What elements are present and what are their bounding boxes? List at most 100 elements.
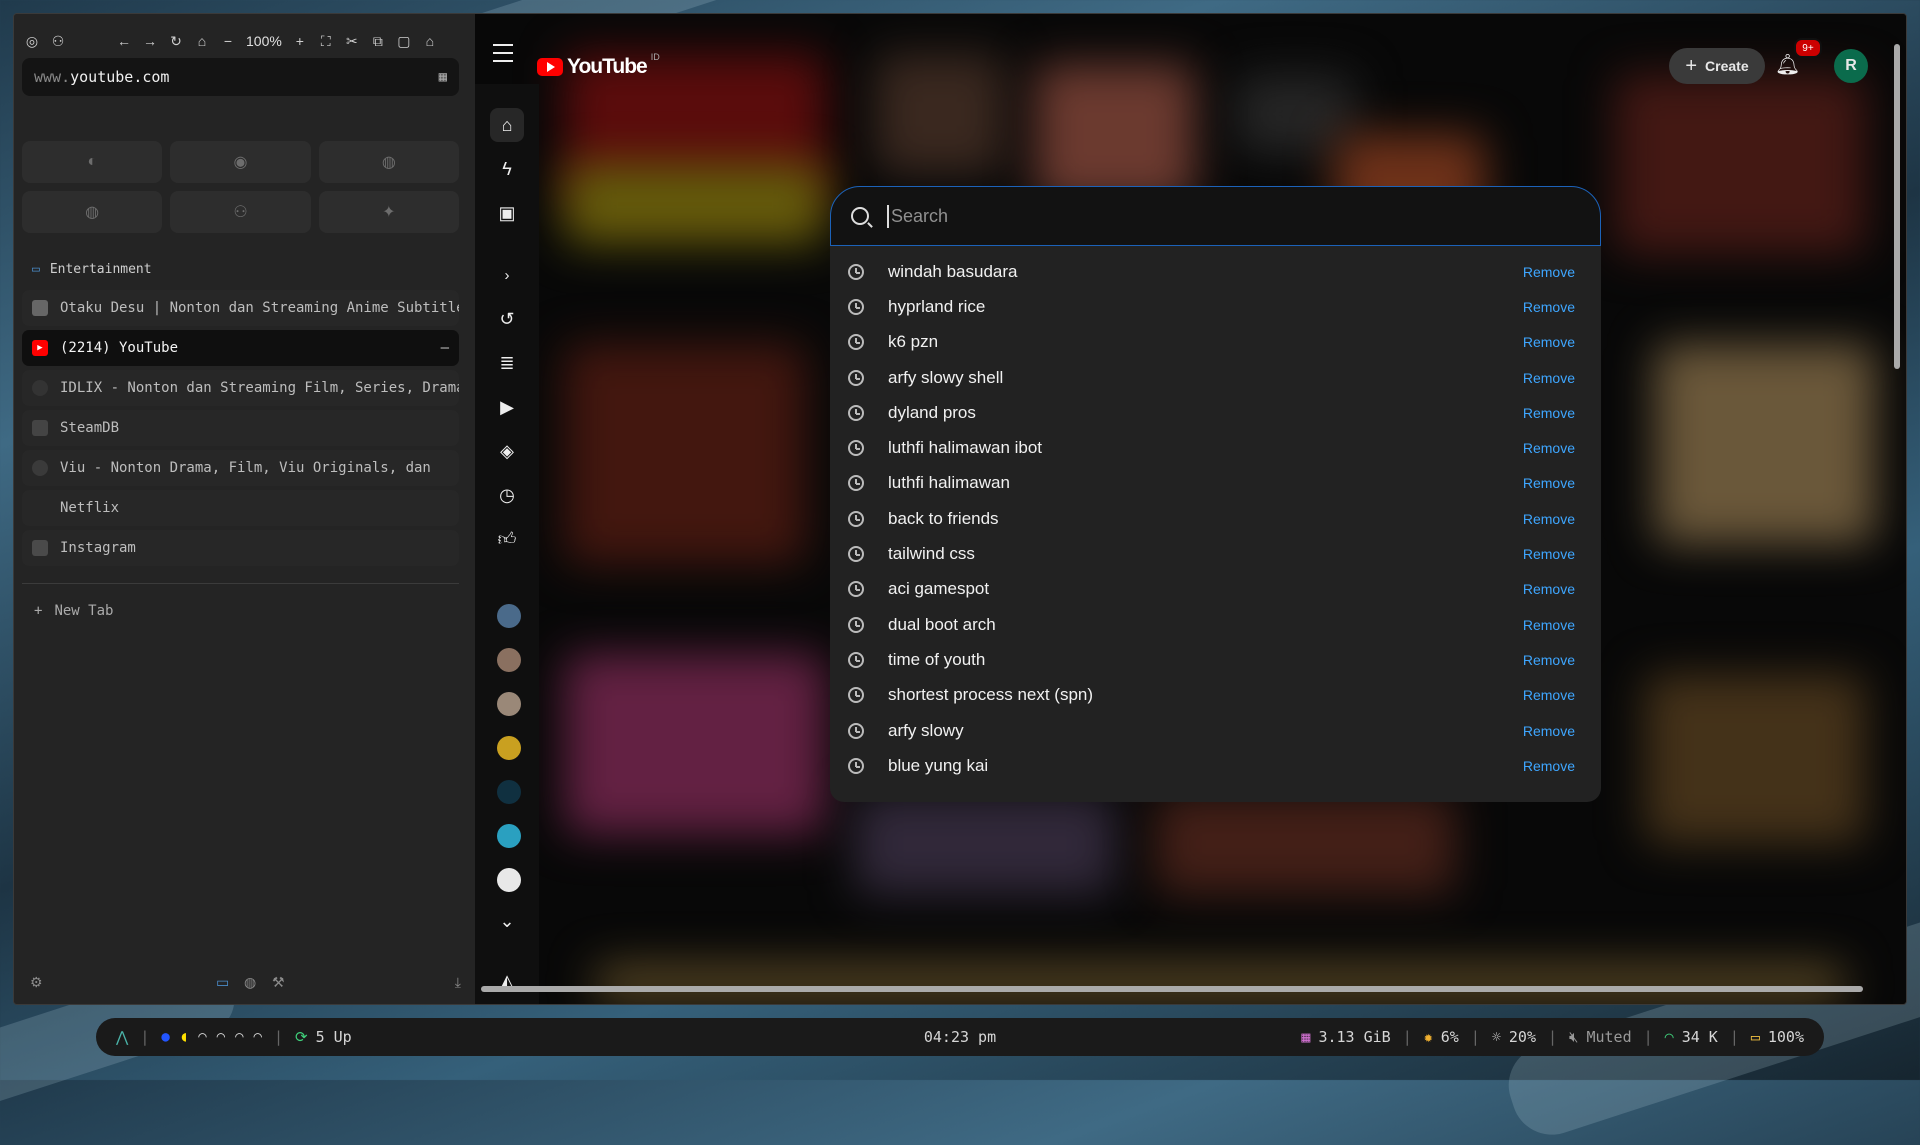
remove-suggestion-button[interactable]: Remove [1523, 299, 1575, 315]
chevron-down-icon[interactable]: ⌄ [490, 904, 524, 938]
account-avatar[interactable]: R [1834, 49, 1868, 83]
clipboard-icon[interactable]: ▢ [396, 33, 412, 50]
suggestion-item[interactable]: time of youth Remove [830, 642, 1601, 677]
remove-suggestion-button[interactable]: Remove [1523, 687, 1575, 703]
close-tab-icon[interactable]: — [441, 340, 449, 356]
tab-folder[interactable]: ▭ Entertainment [32, 262, 152, 277]
zoom-in-icon[interactable]: + [292, 33, 308, 49]
workspace-active-icon[interactable]: ● [161, 1029, 169, 1045]
suggestion-item[interactable]: arfy slowy Remove [830, 713, 1601, 748]
settings-icon[interactable]: ⚙ [30, 974, 43, 991]
tab-viu[interactable]: Viu - Nonton Drama, Film, Viu Originals,… [22, 450, 459, 486]
reload-icon[interactable]: ↻ [168, 33, 184, 50]
remove-suggestion-button[interactable]: Remove [1523, 723, 1575, 739]
suggestion-item[interactable]: tailwind css Remove [830, 536, 1601, 571]
suggestion-item[interactable]: hyprland rice Remove [830, 289, 1601, 324]
scissors-icon[interactable]: ✂ [344, 33, 360, 50]
youtube-logo[interactable]: YouTube ID [537, 52, 660, 79]
hamburger-menu-icon[interactable] [493, 44, 513, 62]
tab-youtube[interactable]: ▶ (2214) YouTube — [22, 330, 459, 366]
suggestion-item[interactable]: blue yung kai Remove [830, 748, 1601, 783]
clock[interactable]: 04:23 pm [924, 1028, 996, 1046]
suggestion-item[interactable]: aci gamespot Remove [830, 572, 1601, 607]
copy-icon[interactable]: ⧉ [370, 33, 386, 50]
updates-module[interactable]: ⟳ 5 Up [295, 1028, 352, 1046]
remove-suggestion-button[interactable]: Remove [1523, 652, 1575, 668]
menu-icon[interactable]: ◎ [24, 33, 40, 50]
subscription-avatar[interactable] [497, 780, 521, 804]
suggestion-item[interactable]: luthfi halimawan ibot Remove [830, 430, 1601, 465]
remove-suggestion-button[interactable]: Remove [1523, 440, 1575, 456]
back-icon[interactable]: ← [116, 33, 132, 49]
search-input[interactable] [887, 204, 1493, 228]
download-icon[interactable]: ⤓ [455, 974, 461, 991]
suggestion-item[interactable]: dual boot arch Remove [830, 607, 1601, 642]
subscriptions-icon[interactable]: ▣ [490, 196, 524, 230]
home-icon[interactable]: ⌂ [490, 108, 524, 142]
playlists-icon[interactable]: ≣ [490, 346, 524, 380]
suggestion-item[interactable]: arfy slowy shell Remove [830, 360, 1601, 395]
pinned-site-5[interactable]: ⚇ [170, 191, 311, 233]
suggestion-item[interactable]: k6 pzn Remove [830, 325, 1601, 360]
extensions-icon[interactable]: ⚇ [50, 33, 66, 50]
liked-videos-icon[interactable]: 👍︎ [490, 522, 524, 556]
suggestion-item[interactable]: luthfi halimawan Remove [830, 466, 1601, 501]
incognito-icon[interactable]: ⌂ [422, 33, 438, 49]
tab-steamdb[interactable]: SteamDB [22, 410, 459, 446]
remove-suggestion-button[interactable]: Remove [1523, 334, 1575, 350]
search-box[interactable] [830, 186, 1601, 246]
subscription-avatar[interactable] [497, 868, 521, 892]
volume-module[interactable]: 🔇︎ Muted [1569, 1028, 1632, 1046]
remove-suggestion-button[interactable]: Remove [1523, 475, 1575, 491]
remove-suggestion-button[interactable]: Remove [1523, 511, 1575, 527]
suggestion-item[interactable]: windah basudara Remove [830, 254, 1601, 289]
studio-icon[interactable]: ◭ [490, 964, 524, 998]
battery-module[interactable]: ▭ 100% [1751, 1028, 1804, 1046]
pinned-site-3[interactable]: ◍ [318, 141, 459, 183]
wrench-icon[interactable]: ⚒ [272, 974, 285, 991]
vertical-scrollbar[interactable] [1894, 44, 1900, 369]
pinned-site-4[interactable]: ◍ [22, 191, 163, 233]
tab-otakudesu[interactable]: Otaku Desu | Nonton dan Streaming Anime … [22, 290, 459, 326]
fullscreen-icon[interactable]: ⛶ [318, 33, 334, 50]
remove-suggestion-button[interactable]: Remove [1523, 546, 1575, 562]
remove-suggestion-button[interactable]: Remove [1523, 758, 1575, 774]
zoom-out-icon[interactable]: − [220, 33, 236, 49]
workspace-ghost-icon[interactable]: ◠ [235, 1029, 243, 1045]
subscription-avatar[interactable] [497, 736, 521, 760]
home-icon[interactable]: ⌂ [194, 33, 210, 49]
memory-module[interactable]: ▦ 3.13 GiB [1301, 1028, 1390, 1046]
launcher-icon[interactable]: ⋀ [116, 1028, 128, 1046]
remove-suggestion-button[interactable]: Remove [1523, 405, 1575, 421]
cpu-module[interactable]: ✹ 6% [1424, 1028, 1459, 1046]
remove-suggestion-button[interactable]: Remove [1523, 617, 1575, 633]
chevron-right-icon[interactable]: › [490, 258, 524, 292]
horizontal-scrollbar[interactable] [481, 986, 1863, 992]
pinned-site-6[interactable]: ✦ [318, 191, 459, 233]
workspace-ghost-icon[interactable]: ◠ [198, 1029, 206, 1045]
suggestion-item[interactable]: dyland pros Remove [830, 395, 1601, 430]
tab-idlix[interactable]: IDLIX - Nonton dan Streaming Film, Serie… [22, 370, 459, 406]
subscription-avatar[interactable] [497, 648, 521, 672]
courses-icon[interactable]: ◈ [490, 434, 524, 468]
remove-suggestion-button[interactable]: Remove [1523, 581, 1575, 597]
history-icon[interactable]: ↺ [490, 302, 524, 336]
workspace-ghost-icon[interactable]: ◠ [217, 1029, 225, 1045]
remove-suggestion-button[interactable]: Remove [1523, 264, 1575, 280]
pinned-site-1[interactable]: ◐ [22, 141, 163, 183]
workspace-ghost-icon[interactable]: ◠ [254, 1029, 262, 1045]
tab-instagram[interactable]: Instagram [22, 530, 459, 566]
network-module[interactable]: ◠ 34 K [1665, 1028, 1718, 1046]
pinned-site-2[interactable]: ◉ [170, 141, 311, 183]
site-info-icon[interactable]: ▦ [439, 69, 447, 85]
remove-suggestion-button[interactable]: Remove [1523, 370, 1575, 386]
suggestion-item[interactable]: back to friends Remove [830, 501, 1601, 536]
shorts-icon[interactable]: ϟ [490, 152, 524, 186]
url-bar[interactable]: www. youtube.com ▦ [22, 58, 459, 96]
forward-icon[interactable]: → [142, 33, 158, 49]
new-tab-button[interactable]: + New Tab [34, 603, 113, 619]
suggestion-item[interactable]: shortest process next (spn) Remove [830, 678, 1601, 713]
brightness-module[interactable]: ☼ 20% [1492, 1028, 1536, 1046]
tv-icon[interactable]: ▭ [216, 974, 229, 991]
subscription-avatar[interactable] [497, 692, 521, 716]
